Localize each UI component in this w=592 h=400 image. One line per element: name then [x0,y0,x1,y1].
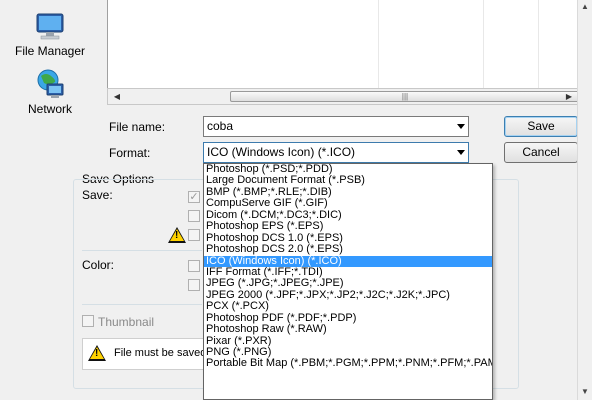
format-option[interactable]: Photoshop EPS (*.EPS) [204,220,492,232]
thumbnail-checkbox[interactable] [82,315,94,327]
save-option-checkbox[interactable] [188,229,200,241]
place-label: File Manager [14,44,86,58]
network-icon [37,69,64,98]
places-bar: File Manager Network [0,0,100,130]
file-list-column-divider [483,0,484,88]
chevron-down-icon[interactable] [457,124,465,129]
save-label: Save: [82,188,113,202]
place-file-manager[interactable]: File Manager [0,8,100,58]
save-message-text: File must be saved a [114,347,216,359]
horizontal-scrollbar[interactable]: ◀ ||| ▶ [107,88,580,105]
format-option[interactable]: Portable Bit Map (*.PBM;*.PGM;*.PPM;*.PN… [204,357,492,369]
file-name-label: File name: [109,120,166,134]
file-list-column-divider [538,0,539,88]
thumbnail-label: Thumbnail [98,315,155,329]
format-option[interactable]: Photoshop DCS 2.0 (*.EPS) [204,243,492,255]
options-divider [82,304,202,305]
scroll-left-icon[interactable]: ◀ [111,91,123,102]
format-option[interactable]: PCX (*.PCX) [204,300,492,312]
warning-icon: ! [168,227,186,243]
save-option-checkbox[interactable] [188,210,200,222]
format-option[interactable]: Photoshop Raw (*.RAW) [204,323,492,335]
vertical-scrollbar[interactable]: ▲ ▼ [577,0,592,400]
file-name-input[interactable]: coba [203,116,469,137]
scroll-right-icon[interactable]: ▶ [563,91,575,102]
place-label: Network [27,102,72,116]
format-dropdown-list[interactable]: Photoshop (*.PSD;*.PDD) Large Document F… [203,163,493,400]
scrollbar-thumb[interactable]: ||| [230,91,580,102]
chevron-down-icon[interactable] [457,150,465,155]
save-option-checkbox[interactable]: ✓ [188,191,200,203]
file-manager-icon [36,13,64,40]
format-select[interactable]: ICO (Windows Icon) (*.ICO) [203,142,469,163]
color-option-checkbox[interactable] [188,260,200,272]
warning-icon: ! [88,345,106,361]
save-button[interactable]: Save [504,116,578,137]
options-divider [82,250,202,251]
format-label: Format: [109,146,151,160]
scroll-up-icon[interactable]: ▲ [581,2,589,11]
file-list-column-divider [378,0,379,88]
color-label: Color: [82,258,115,272]
place-network[interactable]: Network [0,66,100,116]
format-select-value: ICO (Windows Icon) (*.ICO) [207,145,356,159]
file-list[interactable] [107,0,580,88]
cancel-button[interactable]: Cancel [504,142,578,163]
file-name-value: coba [207,119,234,133]
scroll-down-icon[interactable]: ▼ [581,387,589,396]
color-option-checkbox[interactable] [188,279,200,291]
